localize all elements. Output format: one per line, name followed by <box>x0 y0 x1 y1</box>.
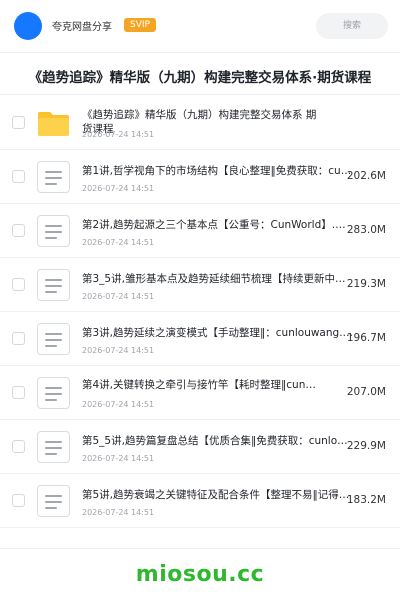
avatar[interactable] <box>14 12 42 40</box>
top-bar: 夸克网盘分享 SVIP 搜索 <box>0 0 400 52</box>
file-date: 2026-07-24 14:51 <box>82 238 155 247</box>
file-row[interactable]: 第5_5讲,趋势篇复盘总结【优质合集‖免费获取：cunlouwang.com】.… <box>0 420 400 474</box>
file-size: 183.2M <box>346 494 386 506</box>
file-size: 202.6M <box>346 170 386 182</box>
footer-divider <box>0 548 400 549</box>
select-checkbox[interactable] <box>12 386 25 399</box>
title-divider <box>0 94 400 95</box>
file-date: 2026-07-24 14:51 <box>82 346 155 355</box>
search-input[interactable]: 搜索 <box>316 13 388 39</box>
file-size: 207.0M <box>346 386 386 398</box>
sharer-name: 夸克网盘分享 <box>52 22 112 33</box>
document-icon <box>37 431 70 463</box>
file-row[interactable]: 第3讲,趋势延续之演变模式【手动整理‖：cunlouwang.com】.mp4 2… <box>0 312 400 366</box>
page-title: 《趋势追踪》精华版（九期）构建完整交易体系·期货课程 <box>28 70 372 86</box>
file-row[interactable]: 第2讲,趋势起源之三个基本点【公重号：CunWorld】.mp4 2026-07-… <box>0 204 400 258</box>
file-name[interactable]: 第2讲,趋势起源之三个基本点【公重号：CunWorld】.mp4 <box>82 218 354 232</box>
folder-icon <box>37 107 70 139</box>
file-size: 196.7M <box>346 332 386 344</box>
document-icon <box>37 269 70 301</box>
file-row[interactable]: 第5讲,趋势衰竭之关键特征及配合条件【整理不易‖记得收藏】.mp4 2026-07… <box>0 474 400 528</box>
select-checkbox[interactable] <box>12 116 25 129</box>
file-name[interactable]: 第4讲,关键转换之牵引与接竹竿【耗时整理‖cun… <box>82 378 322 392</box>
file-row[interactable]: 第1讲,哲学视角下的市场结构【良心整理‖免费获取：cunlouwang.com】… <box>0 150 400 204</box>
document-icon <box>37 215 70 247</box>
file-name[interactable]: 第1讲,哲学视角下的市场结构【良心整理‖免费获取：cunlouwang.com】… <box>82 164 354 178</box>
header-divider <box>0 52 400 53</box>
select-checkbox[interactable] <box>12 170 25 183</box>
select-checkbox[interactable] <box>12 440 25 453</box>
select-checkbox[interactable] <box>12 332 25 345</box>
file-row[interactable]: 第3_5讲,雏形基本点及趋势延续细节梳理【持续更新中】.mp4 2026-07-2… <box>0 258 400 312</box>
watermark: miosou.cc <box>135 562 265 587</box>
file-name[interactable]: 第5_5讲,趋势篇复盘总结【优质合集‖免费获取：cunlouwang.com】.… <box>82 434 354 448</box>
row-divider <box>0 527 400 528</box>
file-date: 2026-07-24 14:51 <box>82 130 155 139</box>
file-row[interactable]: 第4讲,关键转换之牵引与接竹竿【耗时整理‖cun… 2026-07-24 14:5… <box>0 366 400 420</box>
document-icon <box>37 485 70 517</box>
document-icon <box>37 161 70 193</box>
document-icon <box>37 377 70 409</box>
file-name[interactable]: 第3讲,趋势延续之演变模式【手动整理‖：cunlouwang.com】.mp4 <box>82 326 354 340</box>
file-size: 283.0M <box>346 224 386 236</box>
file-name[interactable]: 第3_5讲,雏形基本点及趋势延续细节梳理【持续更新中】.mp4 <box>82 272 354 286</box>
file-size: 229.9M <box>346 440 386 452</box>
document-icon <box>37 323 70 355</box>
select-checkbox[interactable] <box>12 224 25 237</box>
file-row[interactable]: 《趋势追踪》精华版（九期）构建完整交易体系 期货课程 2026-07-24 14:… <box>0 96 400 150</box>
select-checkbox[interactable] <box>12 494 25 507</box>
file-date: 2026-07-24 14:51 <box>82 400 155 409</box>
file-date: 2026-07-24 14:51 <box>82 454 155 463</box>
file-size: 219.3M <box>346 278 386 290</box>
file-name[interactable]: 第5讲,趋势衰竭之关键特征及配合条件【整理不易‖记得收藏】.mp4 <box>82 488 354 502</box>
file-date: 2026-07-24 14:51 <box>82 184 155 193</box>
file-date: 2026-07-24 14:51 <box>82 508 155 517</box>
svip-badge: SVIP <box>124 18 156 32</box>
file-date: 2026-07-24 14:51 <box>82 292 155 301</box>
select-checkbox[interactable] <box>12 278 25 291</box>
